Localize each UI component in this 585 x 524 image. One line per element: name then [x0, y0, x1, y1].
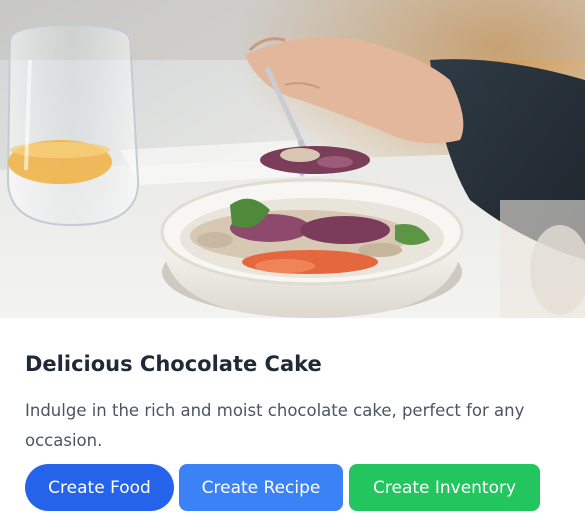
card-title: Delicious Chocolate Cake	[25, 352, 322, 376]
create-inventory-button[interactable]: Create Inventory	[349, 464, 540, 511]
card-description: Indulge in the rich and moist chocolate …	[25, 401, 525, 450]
card-image	[0, 0, 585, 318]
create-recipe-button[interactable]: Create Recipe	[179, 464, 343, 511]
glass-illustration	[6, 23, 140, 227]
recipe-card: Delicious Chocolate Cake Indulge in the …	[0, 0, 585, 524]
create-food-button[interactable]: Create Food	[25, 464, 174, 511]
